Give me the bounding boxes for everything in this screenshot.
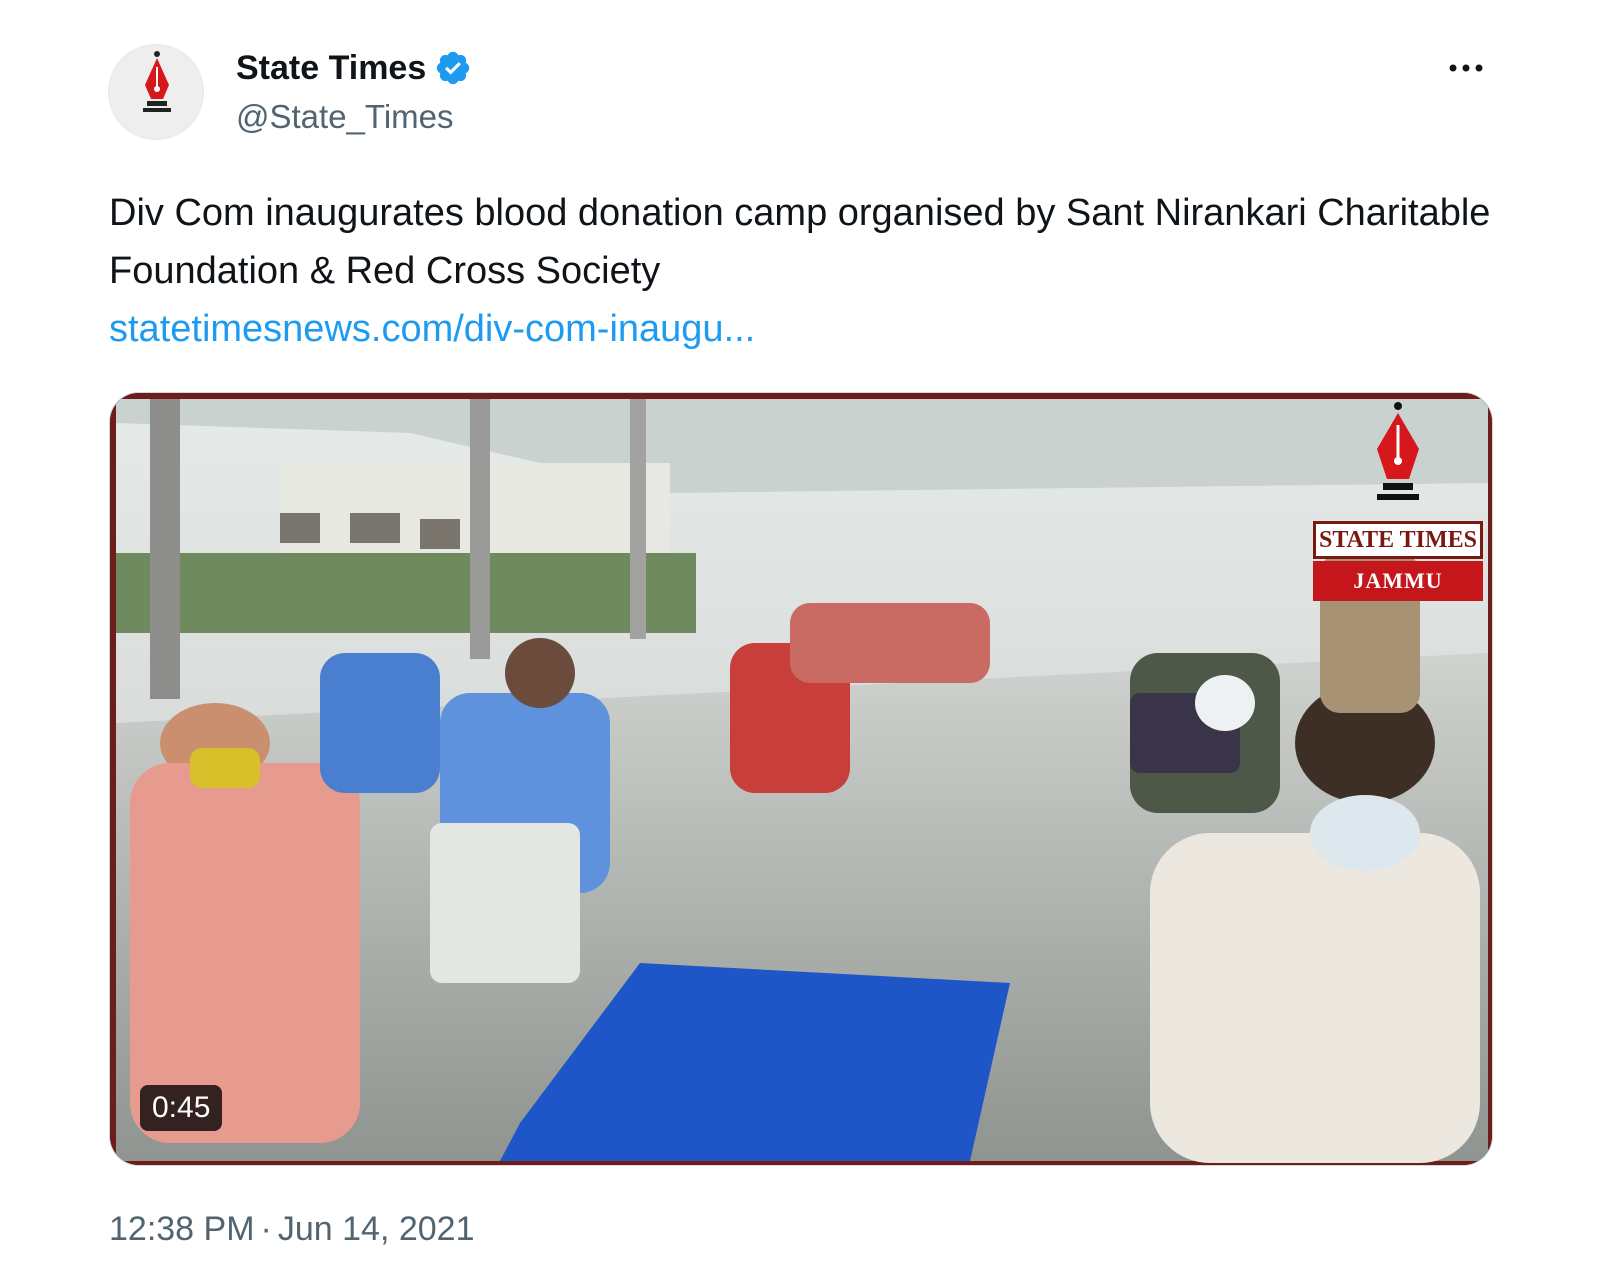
watermark-city: JAMMU	[1313, 561, 1483, 601]
tweet-time[interactable]: 12:38 PM	[109, 1210, 255, 1248]
pen-nib-logo-icon	[1377, 402, 1419, 500]
more-horizontal-icon	[1449, 64, 1483, 72]
video-player[interactable]: STATE TIMES JAMMU 0:45	[109, 392, 1493, 1166]
tweet-card: State Times @State_Times Div Com inaugur…	[0, 0, 1600, 1280]
author-avatar[interactable]	[108, 44, 204, 140]
author-name-row[interactable]: State Times	[236, 46, 472, 90]
author-handle[interactable]: @State_Times	[236, 98, 454, 136]
state-times-logo-icon	[109, 45, 203, 139]
tweet-date[interactable]: Jun 14, 2021	[278, 1210, 475, 1248]
author-display-name[interactable]: State Times	[236, 49, 426, 88]
video-thumbnail	[110, 393, 1492, 1165]
video-duration-badge: 0:45	[140, 1085, 223, 1131]
more-options-button[interactable]	[1438, 48, 1494, 88]
watermark-name: STATE TIMES	[1313, 521, 1483, 559]
channel-watermark: STATE TIMES JAMMU	[1313, 401, 1483, 601]
tweet-text: Div Com inaugurates blood donation camp …	[109, 192, 1491, 292]
timestamp-separator: ·	[260, 1210, 272, 1248]
tweet-link[interactable]: statetimesnews.com/div-com-inaugu...	[109, 300, 755, 358]
verified-badge-icon	[437, 51, 470, 85]
tweet-timestamp[interactable]: 12:38 PM · Jun 14, 2021	[109, 1210, 474, 1249]
